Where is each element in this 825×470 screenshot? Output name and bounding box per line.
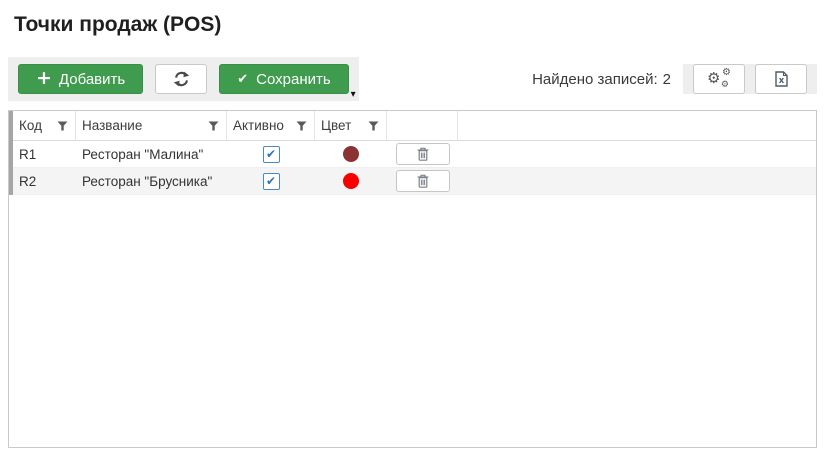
color-swatch[interactable]: [343, 146, 359, 162]
active-checkbox[interactable]: [263, 173, 280, 190]
plus-icon: +: [36, 69, 52, 88]
toolbar-right: Найдено записей: 2 ⚙ ⚙ ⚙ x: [532, 57, 817, 101]
column-header-actions: [387, 111, 458, 140]
column-header-color[interactable]: Цвет: [315, 111, 387, 140]
delete-button[interactable]: [396, 170, 450, 192]
refresh-icon: [173, 71, 190, 87]
table-header: Код Название Активно Цвет: [9, 111, 816, 141]
trash-icon: [417, 174, 429, 188]
add-button-label: Добавить: [59, 71, 125, 88]
table-row[interactable]: R2 Ресторан "Брусника": [9, 168, 816, 195]
records-found-count: 2: [663, 71, 671, 88]
save-button[interactable]: ✔ Сохранить: [219, 64, 348, 94]
toolbar-left-panel: + Добавить ✔ Сохранить ▾: [8, 57, 359, 101]
cell-active: [227, 168, 315, 194]
column-header-name[interactable]: Название: [76, 111, 227, 140]
cell-code: R1: [13, 141, 76, 167]
delete-button[interactable]: [396, 143, 450, 165]
toolbar-right-panel: ⚙ ⚙ ⚙ x: [683, 64, 817, 94]
cell-actions: [387, 141, 458, 167]
page-title: Точки продаж (POS): [14, 11, 811, 38]
svg-text:x: x: [778, 76, 784, 86]
refresh-button[interactable]: [155, 64, 207, 94]
filter-icon[interactable]: [57, 121, 68, 131]
filter-icon[interactable]: [208, 121, 219, 131]
records-found-text: Найдено записей: 2: [532, 71, 671, 88]
cell-active: [227, 141, 315, 167]
records-found-label: Найдено записей:: [532, 71, 658, 88]
cell-color: [315, 141, 387, 167]
column-header-code[interactable]: Код: [13, 111, 76, 140]
cell-filler: [458, 168, 816, 194]
active-checkbox[interactable]: [263, 146, 280, 163]
cell-name: Ресторан "Малина": [76, 141, 227, 167]
trash-icon: [417, 147, 429, 161]
excel-file-icon: x: [775, 71, 788, 87]
cell-filler: [458, 141, 816, 167]
cell-color: [315, 168, 387, 194]
filter-icon[interactable]: [368, 121, 379, 131]
excel-export-button[interactable]: x: [755, 64, 807, 94]
save-button-label: Сохранить: [256, 71, 331, 88]
column-header-filler: [458, 111, 816, 140]
settings-button[interactable]: ⚙ ⚙ ⚙: [693, 64, 745, 94]
table-row[interactable]: R1 Ресторан "Малина": [9, 141, 816, 168]
row-gutter: [9, 111, 13, 195]
column-header-active[interactable]: Активно: [227, 111, 315, 140]
caret-down-icon[interactable]: ▾: [351, 90, 356, 100]
gears-icon: ⚙ ⚙ ⚙: [707, 69, 731, 89]
add-button[interactable]: + Добавить: [18, 64, 143, 94]
pos-page: Точки продаж (POS) + Добавить ✔ Сохранит…: [0, 11, 825, 448]
cell-name: Ресторан "Брусника": [76, 168, 227, 194]
cell-code: R2: [13, 168, 76, 194]
cell-actions: [387, 168, 458, 194]
pos-table: Код Название Активно Цвет R1 Ресторан "М…: [8, 110, 817, 448]
color-swatch[interactable]: [343, 173, 359, 189]
toolbar: + Добавить ✔ Сохранить ▾ Найдено записей…: [8, 57, 817, 101]
filter-icon[interactable]: [296, 121, 307, 131]
check-icon: ✔: [237, 73, 248, 86]
